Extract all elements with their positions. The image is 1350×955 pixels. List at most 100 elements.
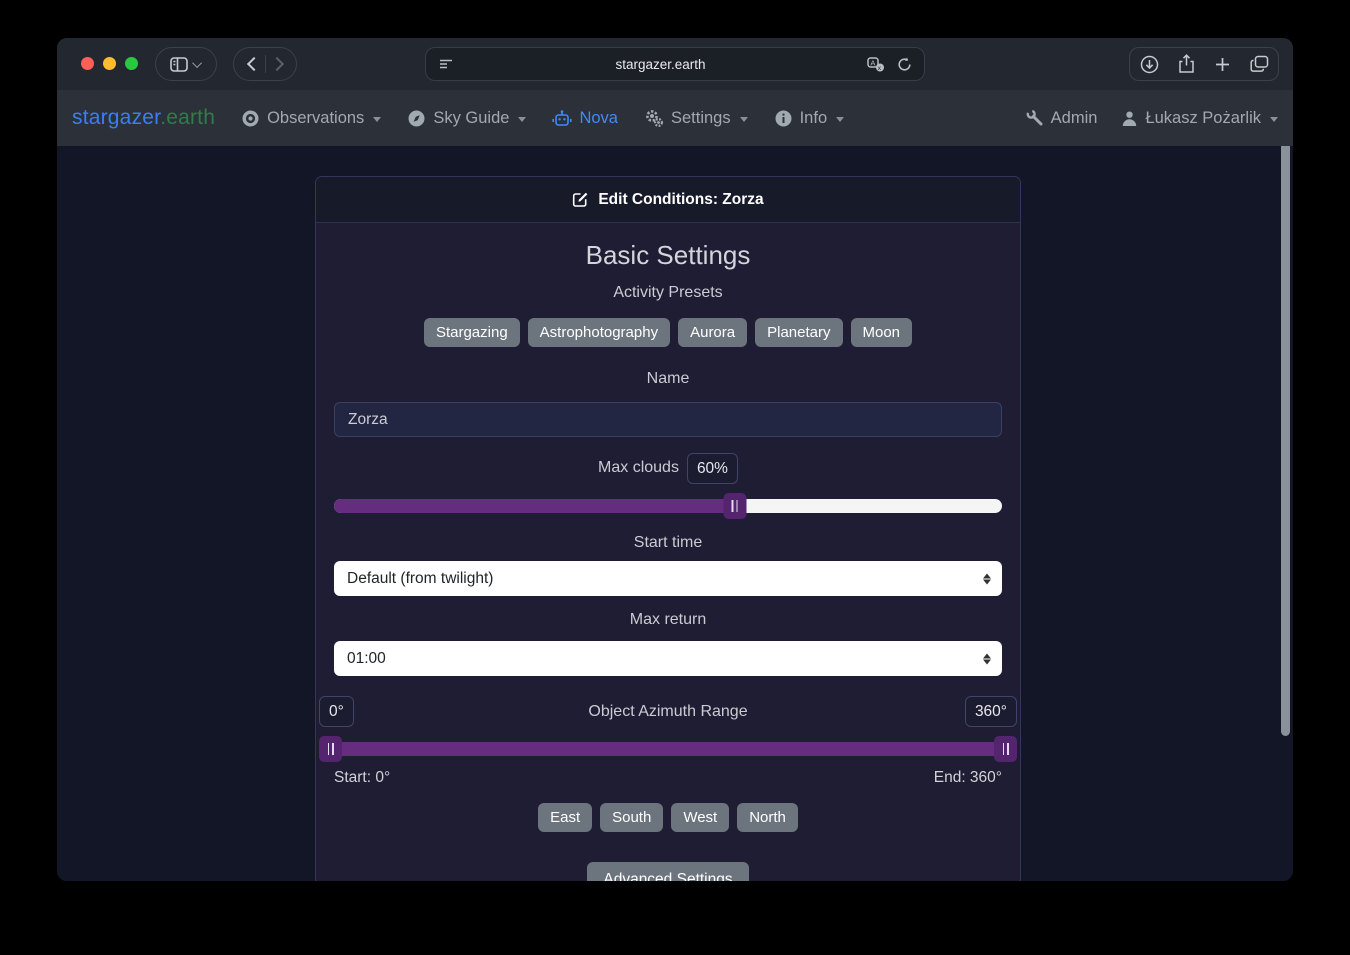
nav-label: Nova xyxy=(579,108,618,127)
preset-moon-button[interactable]: Moon xyxy=(850,318,913,347)
max-return-value: 01:00 xyxy=(347,649,386,667)
slider-fill xyxy=(334,499,735,513)
sidebar-icon xyxy=(170,56,188,72)
section-title: Basic Settings xyxy=(585,240,751,270)
caret-down-icon xyxy=(1270,116,1278,122)
advanced-settings-button[interactable]: Advanced Settings xyxy=(587,862,749,881)
history-nav-group xyxy=(233,47,297,81)
nav-item-nova[interactable]: Nova xyxy=(552,109,618,128)
back-button[interactable] xyxy=(246,56,261,72)
browser-window: stargazer.earth A x stargazer.earth Obse… xyxy=(57,38,1293,881)
slider-track[interactable] xyxy=(319,742,1017,756)
nav-item-info[interactable]: Info xyxy=(774,109,845,128)
start-time-label: Start time xyxy=(633,534,703,551)
azimuth-range-slider[interactable] xyxy=(319,736,1017,762)
start-time-select[interactable]: Default (from twilight) xyxy=(334,561,1002,596)
tab-overview-icon[interactable] xyxy=(1249,55,1269,73)
reload-icon[interactable] xyxy=(897,57,912,72)
nav-item-sky-guide[interactable]: Sky Guide xyxy=(407,108,527,128)
brand-logo[interactable]: stargazer.earth xyxy=(72,106,215,130)
caret-down-icon xyxy=(373,116,382,122)
select-stepper-icon xyxy=(983,653,991,664)
preset-planetary-button[interactable]: Planetary xyxy=(755,318,843,347)
sidebar-toggle-button[interactable] xyxy=(155,47,217,81)
nav-label: Observations xyxy=(267,108,365,127)
name-label: Name xyxy=(646,370,690,387)
minimize-window-button[interactable] xyxy=(103,57,116,70)
zoom-window-button[interactable] xyxy=(125,57,138,70)
nav-label: Admin xyxy=(1050,108,1098,127)
translate-icon[interactable]: A x xyxy=(867,56,885,72)
preset-aurora-button[interactable]: Aurora xyxy=(678,318,748,347)
azimuth-start-handle[interactable] xyxy=(319,736,342,762)
nav-label: Sky Guide xyxy=(433,108,510,127)
edit-icon xyxy=(573,192,588,207)
max-return-select[interactable]: 01:00 xyxy=(334,641,1002,676)
azimuth-end-handle[interactable] xyxy=(994,736,1017,762)
page-scrollbar[interactable] xyxy=(1281,146,1290,736)
compass-icon xyxy=(408,110,425,126)
nav-item-admin[interactable]: Admin xyxy=(1026,108,1098,128)
azimuth-header-row: 0° Object Azimuth Range 360° xyxy=(319,696,1017,727)
downloads-icon[interactable] xyxy=(1140,55,1159,74)
max-clouds-row: Max clouds 60% xyxy=(334,451,1002,485)
preset-stargazing-button[interactable]: Stargazing xyxy=(423,318,520,347)
share-icon[interactable] xyxy=(1178,54,1195,74)
direction-east-button[interactable]: East xyxy=(538,803,593,832)
forward-button[interactable] xyxy=(269,56,284,72)
robot-icon xyxy=(552,109,573,126)
wrench-icon xyxy=(1026,109,1043,126)
toolbar-buttons-group xyxy=(1129,47,1279,81)
azimuth-value-labels: Start: 0° End: 360° xyxy=(334,768,1002,788)
direction-north-button[interactable]: North xyxy=(737,803,798,832)
card-body: Basic Settings Activity Presets Stargazi… xyxy=(316,223,1020,881)
caret-down-icon xyxy=(518,116,527,122)
azimuth-end-text: End: 360° xyxy=(933,769,1002,786)
info-icon xyxy=(775,110,792,126)
card-title: Edit Conditions: Zorza xyxy=(598,190,764,208)
close-window-button[interactable] xyxy=(81,57,94,70)
activity-presets-row: Stargazing Astrophotography Aurora Plane… xyxy=(334,318,1002,347)
nav-label: Settings xyxy=(670,108,731,127)
divider xyxy=(264,55,266,73)
max-clouds-slider-handle[interactable] xyxy=(723,493,747,519)
slider-track[interactable] xyxy=(334,499,1002,513)
browser-titlebar: stargazer.earth A x xyxy=(57,38,1293,90)
direction-buttons-row: East South West North xyxy=(334,803,1002,832)
page-content: Edit Conditions: Zorza Basic Settings Ac… xyxy=(57,146,1293,881)
max-clouds-slider[interactable] xyxy=(334,493,1002,519)
nav-label: Info xyxy=(799,108,828,127)
start-time-value: Default (from twilight) xyxy=(347,569,494,587)
caret-down-icon xyxy=(836,116,845,122)
edit-conditions-card: Edit Conditions: Zorza Basic Settings Ac… xyxy=(315,176,1021,881)
gears-icon xyxy=(646,109,663,127)
url-text: stargazer.earth xyxy=(615,56,706,72)
person-icon xyxy=(1123,111,1137,126)
card-header: Edit Conditions: Zorza xyxy=(316,177,1020,223)
direction-west-button[interactable]: West xyxy=(671,803,730,832)
svg-text:A: A xyxy=(870,58,875,67)
caret-down-icon xyxy=(739,116,748,122)
nav-label: Łukasz Pożarlik xyxy=(1145,108,1261,127)
traffic-lights xyxy=(81,57,138,70)
page-settings-icon[interactable] xyxy=(438,57,454,71)
preset-astrophotography-button[interactable]: Astrophotography xyxy=(527,318,671,347)
azimuth-start-text: Start: 0° xyxy=(334,769,391,786)
app-navbar: stargazer.earth Observations Sky Guide N… xyxy=(57,90,1293,146)
nav-item-settings[interactable]: Settings xyxy=(644,109,748,128)
direction-south-button[interactable]: South xyxy=(600,803,664,832)
max-clouds-value-badge: 60% xyxy=(686,452,738,484)
azimuth-range-label: Object Azimuth Range xyxy=(588,702,748,720)
nav-item-observations[interactable]: Observations xyxy=(241,108,382,128)
name-input[interactable] xyxy=(334,402,1002,437)
brand-part1: stargazer xyxy=(72,106,161,129)
max-clouds-label: Max clouds xyxy=(598,459,679,476)
nav-item-user-menu[interactable]: Łukasz Pożarlik xyxy=(1121,109,1278,128)
address-bar[interactable]: stargazer.earth A x xyxy=(425,47,925,81)
select-stepper-icon xyxy=(983,573,991,584)
new-tab-icon[interactable] xyxy=(1214,56,1231,73)
chevron-down-icon xyxy=(192,57,203,68)
activity-presets-label: Activity Presets xyxy=(613,284,723,301)
max-return-label: Max return xyxy=(629,611,707,628)
eye-icon xyxy=(242,110,259,126)
